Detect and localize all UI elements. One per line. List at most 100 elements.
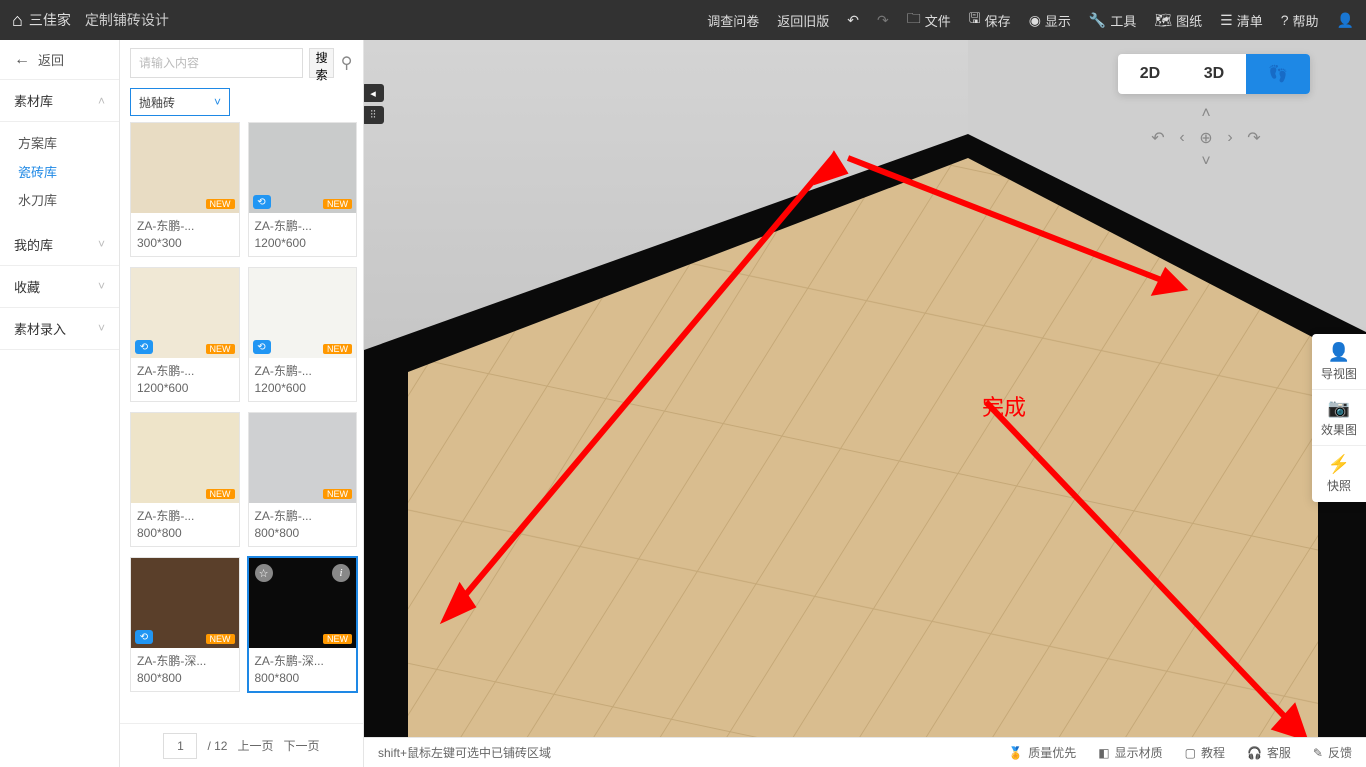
top-menu: 调查问卷 返回旧版 ↶ ↷ 🗀文件 🖫保存 ◉显示 🔧工具 🗺图纸 ☰清单 ?帮…: [707, 8, 1354, 32]
app-title: 定制铺砖设计: [85, 10, 169, 30]
back-label: 返回: [38, 50, 64, 69]
new-badge: NEW: [323, 489, 352, 499]
menu-display[interactable]: ◉显示: [1029, 11, 1071, 30]
flash-icon: ⚡: [1328, 454, 1350, 475]
nav-rot-right[interactable]: ↷: [1247, 128, 1260, 148]
tile-card[interactable]: NEW⟲ZA-东鹏-深...800*800: [130, 557, 240, 692]
back-button[interactable]: ← 返回: [0, 40, 119, 80]
tile-card[interactable]: NEW☆iZA-东鹏-深...800*800: [248, 557, 358, 692]
tile-thumb: NEW⟲: [249, 123, 357, 213]
filter-icon: ⚲: [341, 53, 353, 73]
mode-3d[interactable]: 3D: [1182, 54, 1246, 94]
section-favorites[interactable]: 收藏 ˅: [0, 266, 119, 308]
prev-page[interactable]: 上一页: [237, 737, 273, 754]
tile-card[interactable]: NEW⟲ZA-东鹏-...1200*600: [248, 122, 358, 257]
filter-button[interactable]: ⚲: [340, 48, 353, 78]
tile-name: ZA-东鹏-...: [249, 358, 357, 381]
play-icon: ▢: [1185, 746, 1196, 760]
next-page[interactable]: 下一页: [284, 737, 320, 754]
section-material-lib[interactable]: 素材库 ˄: [0, 80, 119, 122]
grid-toggle-button[interactable]: ⫶⫶: [364, 106, 384, 124]
info-icon[interactable]: i: [332, 564, 350, 582]
nav-rot-left[interactable]: ↶: [1151, 128, 1164, 148]
favorite-icon[interactable]: ☆: [255, 564, 273, 582]
tile-card[interactable]: NEW ⟲ ZA-东鹏-...1200*600: [248, 267, 358, 402]
new-badge: NEW: [323, 344, 352, 354]
tile-grid: NEWZA-东鹏-...300*300NEW⟲ZA-东鹏-...1200*600…: [130, 122, 357, 692]
menu-drawings[interactable]: 🗺图纸: [1154, 11, 1202, 30]
save-icon: 🖫: [969, 8, 981, 32]
undo-button[interactable]: ↶: [847, 12, 859, 29]
section-my-lib[interactable]: 我的库 ˅: [0, 224, 119, 266]
tool-perspective[interactable]: 👤 导视图: [1312, 334, 1366, 390]
menu-help[interactable]: ?帮助: [1281, 11, 1319, 30]
page-total: / 12: [207, 739, 227, 753]
pager: 1 / 12 上一页 下一页: [120, 723, 363, 767]
search-input[interactable]: [130, 48, 303, 78]
logo-icon: ⌂: [12, 10, 23, 31]
new-badge: NEW: [206, 199, 235, 209]
nav-down[interactable]: ˅: [1201, 153, 1210, 171]
status-service[interactable]: 🎧客服: [1247, 744, 1291, 761]
page-input[interactable]: 1: [163, 733, 197, 759]
mode-walk[interactable]: 👣: [1246, 54, 1310, 94]
tile-card[interactable]: NEW ZA-东鹏-...300*300: [130, 122, 240, 257]
redo-button[interactable]: ↷: [877, 12, 889, 29]
menu-back-old[interactable]: 返回旧版: [777, 11, 829, 30]
section-material-entry[interactable]: 素材录入 ˅: [0, 308, 119, 350]
status-feedback[interactable]: ✎反馈: [1313, 744, 1352, 761]
logo-text: 三佳家: [29, 10, 71, 30]
user-button[interactable]: 👤: [1337, 12, 1354, 29]
category-value: 抛釉砖: [139, 94, 175, 111]
help-icon: ?: [1281, 12, 1289, 28]
nav-left[interactable]: ‹: [1179, 129, 1184, 147]
category-select[interactable]: 抛釉砖 ˅: [130, 88, 230, 116]
tool-render[interactable]: 📷 效果图: [1312, 390, 1366, 446]
status-tutorial[interactable]: ▢教程: [1185, 744, 1225, 761]
search-button[interactable]: 搜索: [309, 48, 334, 78]
tile-dim: 1200*600: [249, 381, 357, 401]
menu-save[interactable]: 🖫保存: [969, 8, 1011, 32]
tile-name: ZA-东鹏-深...: [131, 648, 239, 671]
tile-card[interactable]: NEWZA-东鹏-...800*800: [130, 412, 240, 547]
nav-control: ˄ ↶ ‹ ⊕ › ↷ ˅: [1146, 104, 1266, 172]
tile-thumb: NEW: [249, 413, 357, 503]
status-material[interactable]: ◧显示材质: [1098, 744, 1162, 761]
menu-list[interactable]: ☰清单: [1220, 11, 1263, 30]
tile-dim: 1200*600: [131, 381, 239, 401]
tile-dim: 800*800: [131, 671, 239, 691]
sidebar-item-waterjet[interactable]: 水刀库: [18, 187, 119, 216]
tile-thumb: NEW⟲: [131, 268, 239, 358]
tile-card[interactable]: NEW⟲ZA-东鹏-...1200*600: [130, 267, 240, 402]
link-icon: ⟲: [135, 630, 153, 644]
menu-tools[interactable]: 🔧工具: [1089, 11, 1136, 30]
nav-right[interactable]: ›: [1227, 129, 1232, 147]
menu-file[interactable]: 🗀文件: [907, 8, 951, 32]
sidebar-item-scheme[interactable]: 方案库: [18, 130, 119, 159]
menu-survey[interactable]: 调查问卷: [707, 11, 759, 30]
new-badge: NEW: [323, 634, 352, 644]
nav-center[interactable]: ⊕: [1199, 128, 1212, 148]
tile-dim: 800*800: [249, 671, 357, 691]
mode-2d[interactable]: 2D: [1118, 54, 1182, 94]
collapse-button[interactable]: ◂: [364, 84, 384, 102]
status-quality[interactable]: 🏅质量优先: [1008, 744, 1076, 761]
nav-up[interactable]: ˄: [1201, 105, 1210, 123]
tile-thumb: NEW⟲: [131, 558, 239, 648]
tile-name: ZA-东鹏-...: [131, 213, 239, 236]
tile-dim: 300*300: [131, 236, 239, 256]
viewport-3d[interactable]: ◂ ⫶⫶ 2D 3D 👣 ˄ ↶ ‹ ⊕ › ↷ ˅ 完成 👤 导视图 📷 效果…: [364, 40, 1366, 737]
undo-icon: ↶: [847, 12, 859, 29]
tool-snapshot[interactable]: ⚡ 快照: [1312, 446, 1366, 502]
tile-card[interactable]: NEWZA-东鹏-...800*800: [248, 412, 358, 547]
link-icon: ⟲: [253, 340, 271, 354]
headset-icon: 🎧: [1247, 746, 1262, 760]
view-modes: 2D 3D 👣: [1118, 54, 1310, 94]
tile-name: ZA-东鹏-...: [131, 358, 239, 381]
new-badge: NEW: [206, 489, 235, 499]
tile-name: ZA-东鹏-...: [249, 503, 357, 526]
sidebar-item-tile[interactable]: 瓷砖库: [18, 159, 119, 188]
camera-icon: 📷: [1328, 398, 1350, 419]
catalog-scroll[interactable]: NEWZA-东鹏-...300*300NEW⟲ZA-东鹏-...1200*600…: [120, 122, 363, 723]
cube-icon: ◧: [1098, 746, 1109, 760]
